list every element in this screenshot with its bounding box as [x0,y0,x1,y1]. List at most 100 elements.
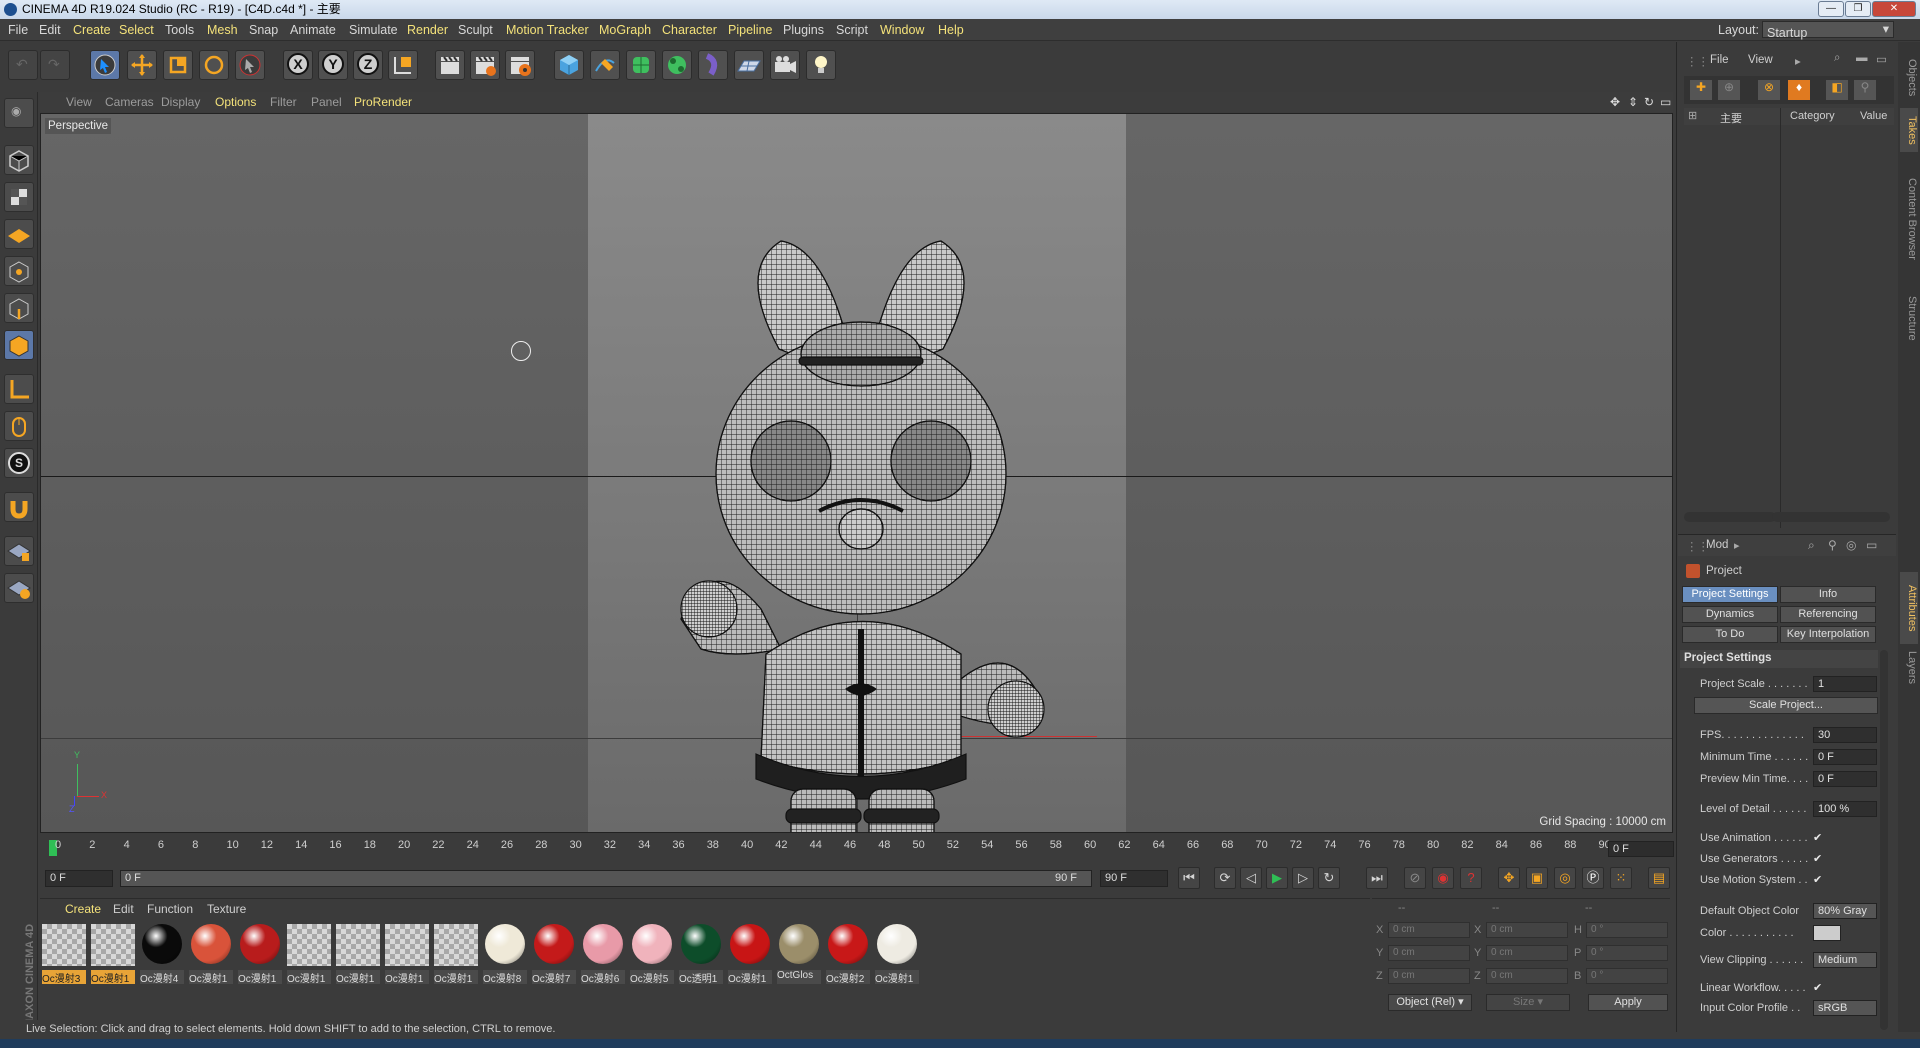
coord-field[interactable]: 0 cm [1486,922,1568,938]
go-to-end-button[interactable]: ⏭ [1366,867,1388,889]
take-add-icon[interactable]: ✚ [1690,80,1712,100]
side-tab-layers[interactable]: Layers [1900,646,1918,690]
menu-motion-tracker[interactable]: Motion Tracker [506,23,589,37]
material-swatch[interactable]: Oc漫射4 [140,924,184,984]
solo-hierarchy-button[interactable] [4,573,34,603]
redo-button[interactable]: ↷ [40,50,70,80]
material-swatch[interactable]: Oc漫射2 [826,924,870,984]
play-button[interactable]: ▶ [1266,867,1288,889]
snapping-button[interactable]: S [4,448,34,478]
solo-button[interactable] [4,536,34,566]
side-tab-structure[interactable]: Structure [1900,286,1918,350]
render-to-picture-viewer-button[interactable] [470,50,500,80]
attributes-vscrollbar[interactable] [1880,650,1888,1030]
undo-button[interactable]: ↶ [8,50,38,80]
menu-pipeline[interactable]: Pipeline [728,23,772,37]
tab-referencing[interactable]: Referencing [1780,606,1876,623]
viewport-menu-filter[interactable]: Filter [270,95,297,109]
menu-select[interactable]: Select [119,23,154,37]
enable-axis-button[interactable] [4,374,34,404]
recent-tool-button[interactable] [235,50,265,80]
record-keys-button[interactable]: ⟳ [1214,867,1236,889]
objects-pin-icon[interactable]: ▬ [1856,52,1868,64]
attribute-value-field[interactable]: 80% Gray [1813,903,1877,919]
attribute-value-field[interactable]: sRGB [1813,1000,1877,1016]
make-editable-button[interactable]: ◉ [4,98,34,128]
menu-simulate[interactable]: Simulate [349,23,398,37]
tweak-mode-button[interactable] [4,411,34,441]
material-swatch[interactable]: Oc漫射1 [336,924,380,984]
menu-edit[interactable]: Edit [39,23,61,37]
points-mode-button[interactable] [4,256,34,286]
light-button[interactable] [806,50,836,80]
render-view-button[interactable] [435,50,465,80]
current-frame-field[interactable]: 0 F [1608,841,1674,857]
go-to-start-button[interactable]: ⏮ [1178,867,1200,889]
material-swatch[interactable]: Oc漫射1 [238,924,282,984]
take-auto-icon[interactable]: ♦ [1788,80,1810,100]
live-selection-button[interactable] [90,50,120,80]
menu-sculpt[interactable]: Sculpt [458,23,493,37]
workplane-mode-button[interactable] [4,219,34,249]
viewport-menu-cameras[interactable]: Cameras [105,95,154,109]
loop-button[interactable]: ↻ [1318,867,1340,889]
attribute-value-field[interactable]: Medium [1813,952,1877,968]
side-tab-attributes[interactable]: Attributes [1900,572,1918,644]
material-swatch[interactable]: Oc漫射1 [287,924,331,984]
menu-snap[interactable]: Snap [249,23,278,37]
attribute-checkbox[interactable]: ✔ [1813,831,1822,844]
menu-character[interactable]: Character [662,23,717,37]
viewport-maximize-icon[interactable]: ▭ [1660,95,1671,109]
coord-field[interactable]: 0 cm [1388,922,1470,938]
coordinate-system-button[interactable] [388,50,418,80]
material-swatch[interactable]: Oc漫射1 [728,924,772,984]
category-column-header[interactable]: Category [1790,110,1835,122]
coord-mode-select[interactable]: Object (Rel) ▾ [1388,994,1472,1011]
material-menu-texture[interactable]: Texture [207,902,246,916]
menu-tools[interactable]: Tools [165,23,194,37]
material-swatch[interactable]: OctGlos [777,924,821,984]
model-mode-button[interactable] [4,145,34,175]
edges-mode-button[interactable] [4,293,34,323]
deformer-button[interactable] [698,50,728,80]
attribute-value-field[interactable]: 30 [1813,727,1877,743]
cube-object-button[interactable] [554,50,584,80]
attribute-checkbox[interactable]: ✔ [1813,852,1822,865]
menu-animate[interactable]: Animate [290,23,336,37]
keyframe-selection-button[interactable]: ⊘ [1404,867,1426,889]
side-tab-content-browser[interactable]: Content Browser [1900,154,1918,284]
attribute-checkbox[interactable]: ✔ [1813,873,1822,886]
floor-button[interactable] [734,50,764,80]
tab-key-interpolation[interactable]: Key Interpolation [1780,626,1876,643]
scale-project-button[interactable]: Scale Project... [1694,697,1878,714]
menu-script[interactable]: Script [836,23,868,37]
take-render-icon[interactable]: ◧ [1826,80,1848,100]
attribute-value-field[interactable]: 0 F [1813,749,1877,765]
y-axis-lock-button[interactable]: Y [318,50,348,80]
maximize-button[interactable]: ❐ [1845,1,1871,17]
coord-field[interactable]: 0 ° [1586,945,1668,961]
menu-mograph[interactable]: MoGraph [599,23,651,37]
render-settings-button[interactable] [505,50,535,80]
attributes-lock-icon[interactable]: ⚲ [1828,538,1837,552]
attribute-value-field[interactable]: 100 % [1813,801,1877,817]
attributes-mode-menu[interactable]: Mod [1706,539,1728,551]
material-swatch[interactable]: Oc漫射5 [630,924,674,984]
texture-mode-button[interactable] [4,182,34,212]
attributes-new-icon[interactable]: ◎ [1846,538,1856,552]
objects-menu-view[interactable]: View [1748,54,1773,66]
x-axis-lock-button[interactable]: X [283,50,313,80]
key-rotation-button[interactable]: ◎ [1554,867,1576,889]
record-active-button[interactable]: ◉ [1432,867,1454,889]
range-slider[interactable]: 0 F 90 F [120,870,1092,887]
coord-field[interactable]: 0 cm [1388,945,1470,961]
layout-select[interactable]: Startup ▾ [1762,21,1894,40]
spline-pen-button[interactable] [590,50,620,80]
key-pla-button[interactable]: ⁙ [1610,867,1632,889]
tab-dynamics[interactable]: Dynamics [1682,606,1778,623]
magnet-button[interactable] [4,492,34,522]
material-swatch[interactable]: Oc漫射8 [483,924,527,984]
attribute-value-field[interactable]: 1 [1813,676,1877,692]
objects-search-icon[interactable]: ⌕ [1834,52,1840,65]
attribute-checkbox[interactable]: ✔ [1813,981,1822,994]
